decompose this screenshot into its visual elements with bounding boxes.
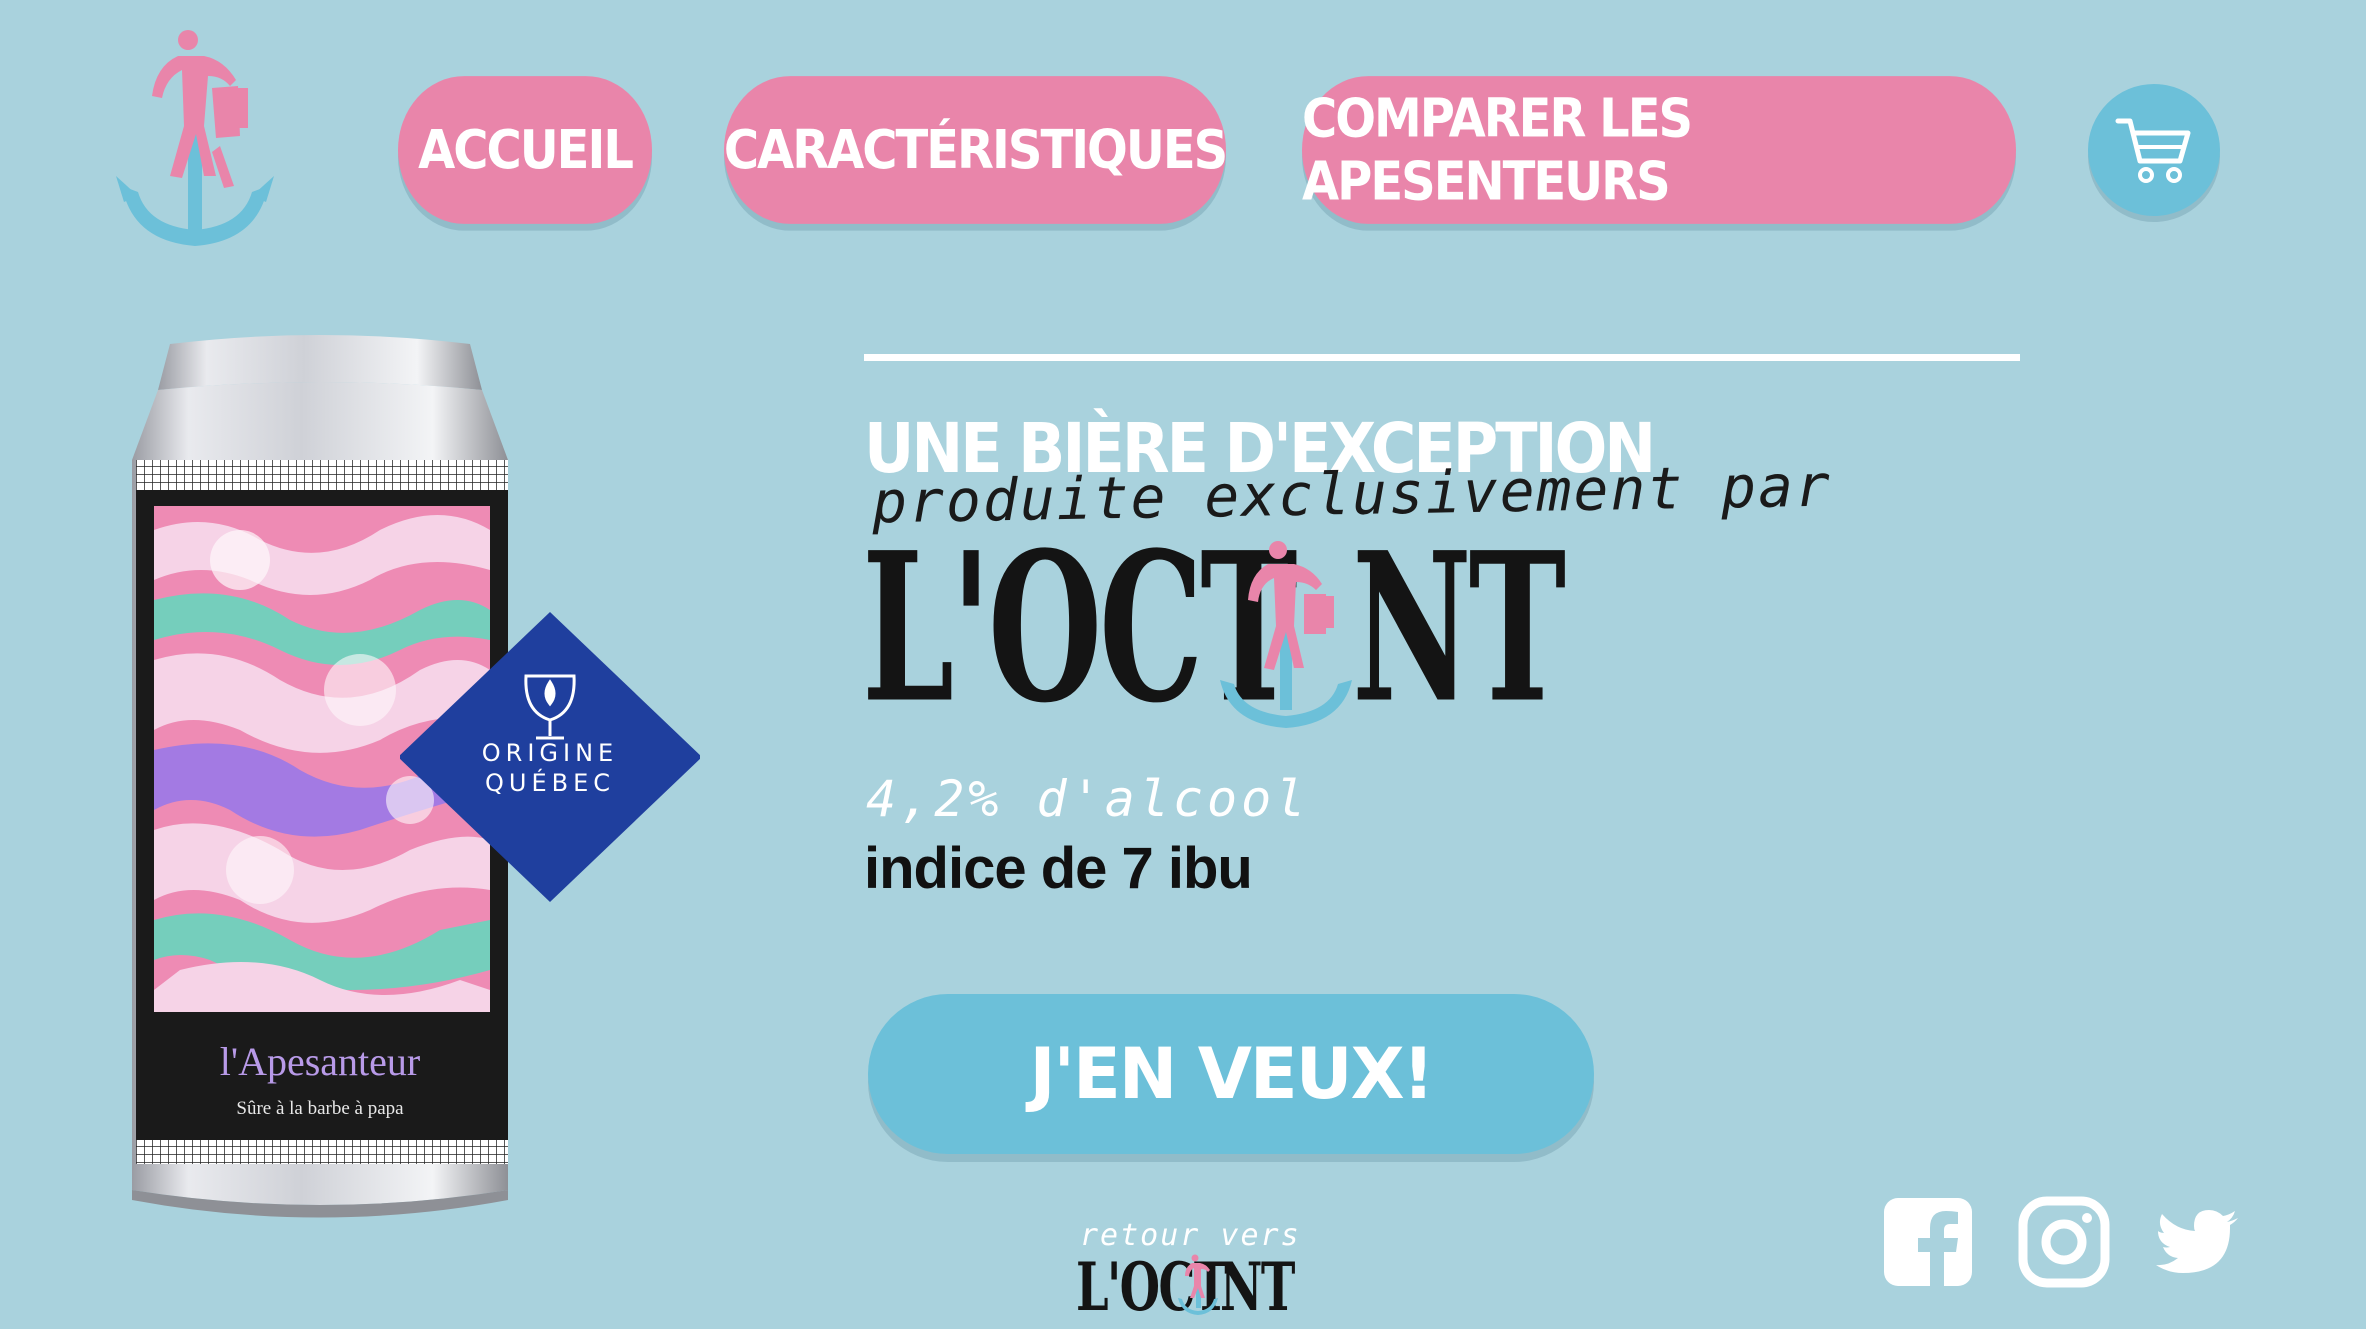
product-name: l'Apesanteur: [219, 1039, 421, 1084]
badge-line-origine: ORIGINE: [481, 739, 619, 767]
product-tagline: Sûre à la barbe à papa: [236, 1098, 404, 1119]
brand-wordmark-right-wrap: NT: [1352, 525, 1623, 730]
back-link-anchor-icon: [1178, 1254, 1218, 1315]
brand-wordmark-right: NT: [1352, 506, 1566, 749]
instagram-link[interactable]: [2018, 1196, 2110, 1288]
nav-comparer[interactable]: COMPARER LES APESENTEURS: [1302, 76, 2016, 224]
shopping-cart-icon: [2115, 118, 2191, 183]
hero-divider: [864, 354, 2020, 361]
badge-line-quebec: QUÉBEC: [484, 769, 615, 797]
back-to-loctant-link[interactable]: retour vers L'OCT NT: [1072, 1218, 1299, 1326]
site-logo[interactable]: [112, 26, 282, 256]
anchor-rocking-horse-logo-icon: [116, 30, 274, 246]
nav-caracteristiques[interactable]: CARACTÉRISTIQUES: [724, 76, 1228, 224]
nav-accueil[interactable]: ACCUEIL: [398, 76, 652, 224]
instagram-icon: [2018, 1196, 2110, 1288]
brand-anchor-icon: [1212, 540, 1362, 730]
abv-text: 4,2% d'alcool: [866, 770, 1310, 828]
twitter-icon: [2156, 1210, 2238, 1273]
facebook-icon: [1884, 1198, 1972, 1286]
buy-button[interactable]: J'EN VEUX!: [868, 994, 1594, 1154]
twitter-link[interactable]: [2154, 1196, 2240, 1288]
facebook-link[interactable]: [1882, 1196, 1974, 1288]
back-link-brand-right: NT: [1220, 1248, 1295, 1327]
cart-button[interactable]: [2088, 84, 2220, 216]
ibu-text: indice de 7 ibu: [864, 836, 1253, 901]
